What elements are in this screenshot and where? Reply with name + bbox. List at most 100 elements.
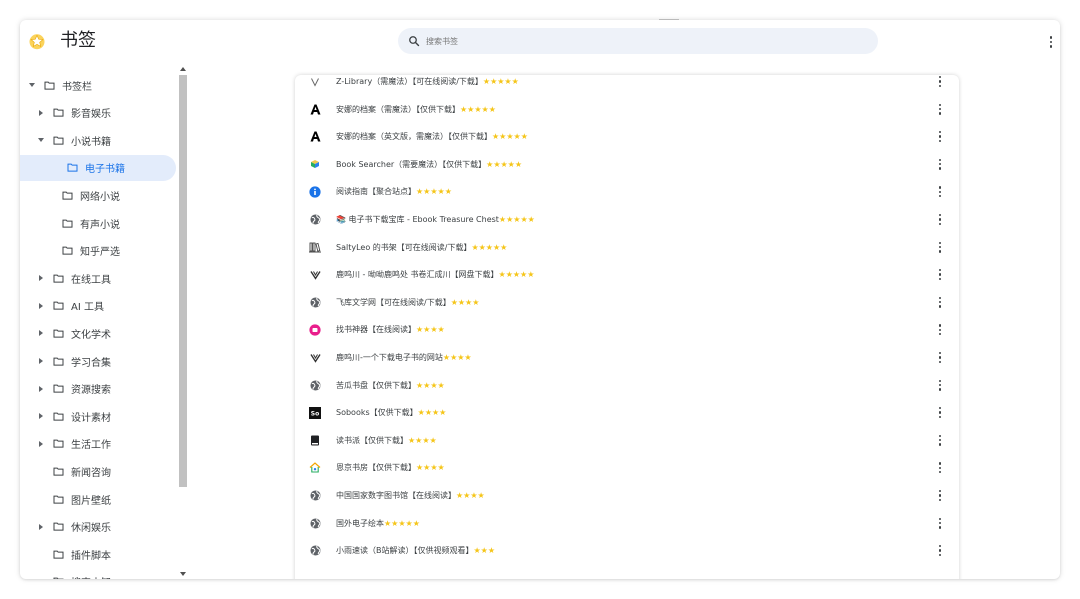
bookmark-row[interactable]: So Sobooks【仅供下载】★★★★ — [295, 399, 959, 426]
bookmark-title[interactable]: SaltyLeo 的书架【可在线阅读/下载】★★★★★ — [336, 242, 507, 253]
bookmark-title[interactable]: 小雨速读（B站解读）【仅供视频观看】★★★ — [336, 545, 495, 556]
search-bar[interactable] — [398, 28, 878, 54]
bookmark-row[interactable]: 飞库文学网【可在线阅读/下载】★★★★ — [295, 289, 959, 316]
bookmark-row[interactable]: 国外电子绘本★★★★★ — [295, 510, 959, 537]
bookmark-row[interactable]: 安娜的档案（英文版，需魔法）【仅供下载】★★★★★ — [295, 123, 959, 150]
chevron-right-icon[interactable] — [37, 274, 45, 282]
more-options-icon[interactable] — [937, 433, 943, 447]
sidebar-item[interactable]: 学习合集 — [37, 348, 111, 374]
sidebar-scrollbar[interactable] — [178, 64, 188, 579]
more-options-icon[interactable] — [937, 378, 943, 392]
bookmark-row[interactable]: 📚 电子书下载宝库 - Ebook Treasure Chest★★★★★ — [295, 206, 959, 233]
sidebar-item[interactable]: 生活工作 — [37, 431, 111, 457]
more-options-icon[interactable] — [937, 461, 943, 475]
bookmark-title[interactable]: Book Searcher（需要魔法）【仅供下载】★★★★★ — [336, 159, 522, 170]
sidebar-item[interactable]: 电子书籍 — [20, 154, 176, 181]
sidebar-item[interactable]: 文化学术 — [37, 320, 111, 346]
bookmark-row[interactable]: 阅读指南【聚合站点】★★★★★ — [295, 178, 959, 205]
bookmark-title[interactable]: Sobooks【仅供下载】★★★★ — [336, 407, 446, 418]
search-input[interactable] — [426, 31, 846, 51]
sidebar-item[interactable]: 书签栏 — [28, 72, 92, 98]
bookmark-title[interactable]: 读书派【仅供下载】★★★★ — [336, 435, 437, 446]
bookmark-row[interactable]: 找书神器【在线阅读】★★★★ — [295, 316, 959, 343]
sidebar-item[interactable]: 搜索未知 — [37, 569, 111, 579]
bookmark-title[interactable]: 鹿呜川-一个下载电子书的网站★★★★ — [336, 352, 472, 363]
annas-archive-icon — [309, 131, 321, 143]
sidebar-item[interactable]: 资源搜索 — [37, 376, 111, 402]
bookmark-row[interactable]: 鹿呜川 - 呦呦鹿鸣处 书卷汇成川【网盘下载】★★★★★ — [295, 261, 959, 288]
more-options-icon[interactable] — [937, 185, 943, 199]
folder-icon — [53, 550, 64, 559]
more-options-icon[interactable] — [937, 544, 943, 558]
sidebar-item-label: 有声小说 — [80, 219, 120, 231]
more-options-icon[interactable] — [937, 102, 943, 116]
chevron-right-icon[interactable] — [37, 523, 45, 531]
bookmark-row[interactable]: 鹿呜川-一个下载电子书的网站★★★★ — [295, 344, 959, 371]
sidebar-item[interactable]: 网络小说 — [46, 182, 120, 208]
sidebar-item[interactable]: 有声小说 — [46, 210, 120, 236]
sidebar-item[interactable]: 在线工具 — [37, 265, 111, 291]
more-options-icon[interactable] — [1048, 33, 1054, 51]
chevron-right-icon[interactable] — [37, 440, 45, 448]
bookmark-title[interactable]: 国外电子绘本★★★★★ — [336, 518, 420, 529]
annas-archive-icon — [309, 103, 321, 115]
more-options-icon[interactable] — [937, 157, 943, 171]
bookmark-row[interactable]: 苦瓜书盘【仅供下载】★★★★ — [295, 372, 959, 399]
sidebar-item[interactable]: 小说书籍 — [37, 127, 111, 153]
bookmark-row[interactable]: 安娜的档案（需魔法）【仅供下载】★★★★★ — [295, 96, 959, 123]
bookmark-row[interactable]: 小雨速读（B站解读）【仅供视频观看】★★★ — [295, 537, 959, 564]
more-options-icon[interactable] — [937, 516, 943, 530]
search-icon — [409, 36, 420, 47]
more-options-icon[interactable] — [937, 351, 943, 365]
scroll-up-arrow-icon[interactable] — [178, 64, 188, 74]
sidebar-item[interactable]: 图片壁纸 — [37, 486, 111, 512]
sidebar-item[interactable]: 休闲娱乐 — [37, 514, 111, 540]
bookmark-title[interactable]: 安娜的档案（英文版，需魔法）【仅供下载】★★★★★ — [336, 131, 528, 142]
more-options-icon[interactable] — [937, 406, 943, 420]
more-options-icon[interactable] — [937, 268, 943, 282]
sidebar-item[interactable]: 知乎严选 — [46, 238, 120, 264]
scrollbar-thumb[interactable] — [179, 75, 187, 487]
bookmarks-star-icon — [29, 34, 45, 50]
sidebar-item[interactable]: 设计素材 — [37, 403, 111, 429]
chevron-right-icon[interactable] — [37, 109, 45, 117]
bookmark-row[interactable]: SaltyLeo 的书架【可在线阅读/下载】★★★★★ — [295, 234, 959, 261]
more-options-icon[interactable] — [937, 130, 943, 144]
more-options-icon[interactable] — [937, 323, 943, 337]
bookmark-row[interactable]: 恩京书房【仅供下载】★★★★ — [295, 454, 959, 481]
scroll-down-arrow-icon[interactable] — [178, 569, 188, 579]
bookmark-row[interactable]: Book Searcher（需要魔法）【仅供下载】★★★★★ — [295, 151, 959, 178]
sidebar-item[interactable]: 新闻咨询 — [37, 458, 111, 484]
bookmark-title[interactable]: 安娜的档案（需魔法）【仅供下载】★★★★★ — [336, 104, 496, 115]
sidebar-item-label: 设计素材 — [71, 412, 111, 424]
bookmark-row[interactable]: 读书派【仅供下载】★★★★ — [295, 427, 959, 454]
bookmark-title[interactable]: 苦瓜书盘【仅供下载】★★★★ — [336, 380, 445, 391]
chevron-right-icon[interactable] — [37, 385, 45, 393]
bookmark-title[interactable]: 恩京书房【仅供下载】★★★★ — [336, 462, 445, 473]
bookmark-title[interactable]: Z-Library（需魔法）【可在线阅读/下载】★★★★★ — [336, 76, 519, 87]
bookmark-title[interactable]: 鹿呜川 - 呦呦鹿鸣处 书卷汇成川【网盘下载】★★★★★ — [336, 269, 534, 280]
more-options-icon[interactable] — [937, 213, 943, 227]
more-options-icon[interactable] — [937, 489, 943, 503]
chevron-right-icon[interactable] — [37, 329, 45, 337]
chevron-down-icon[interactable] — [28, 81, 36, 89]
more-options-icon[interactable] — [937, 240, 943, 254]
bookmark-title[interactable]: 找书神器【在线阅读】★★★★ — [336, 324, 445, 335]
sidebar-item[interactable]: 影音娱乐 — [37, 100, 111, 126]
bookmark-title[interactable]: 阅读指南【聚合站点】★★★★★ — [336, 186, 452, 197]
folder-icon — [53, 495, 64, 504]
chevron-right-icon[interactable] — [37, 412, 45, 420]
chevron-down-icon[interactable] — [37, 136, 45, 144]
bookmark-title[interactable]: 中国国家数字图书馆【在线阅读】★★★★ — [336, 490, 485, 501]
chevron-right-icon[interactable] — [37, 357, 45, 365]
more-options-icon[interactable] — [937, 295, 943, 309]
rating-stars: ★★★★ — [450, 297, 480, 307]
bookmark-row[interactable]: 中国国家数字图书馆【在线阅读】★★★★ — [295, 482, 959, 509]
bookmark-row[interactable]: Z-Library（需魔法）【可在线阅读/下载】★★★★★ — [295, 75, 959, 95]
bookmark-title[interactable]: 飞库文学网【可在线阅读/下载】★★★★ — [336, 297, 479, 308]
sidebar-item[interactable]: AI 工具 — [37, 293, 104, 319]
chevron-right-icon[interactable] — [37, 302, 45, 310]
sidebar-item[interactable]: 插件脚本 — [37, 541, 111, 567]
more-options-icon[interactable] — [937, 75, 943, 89]
bookmark-title[interactable]: 📚 电子书下载宝库 - Ebook Treasure Chest★★★★★ — [336, 214, 535, 225]
